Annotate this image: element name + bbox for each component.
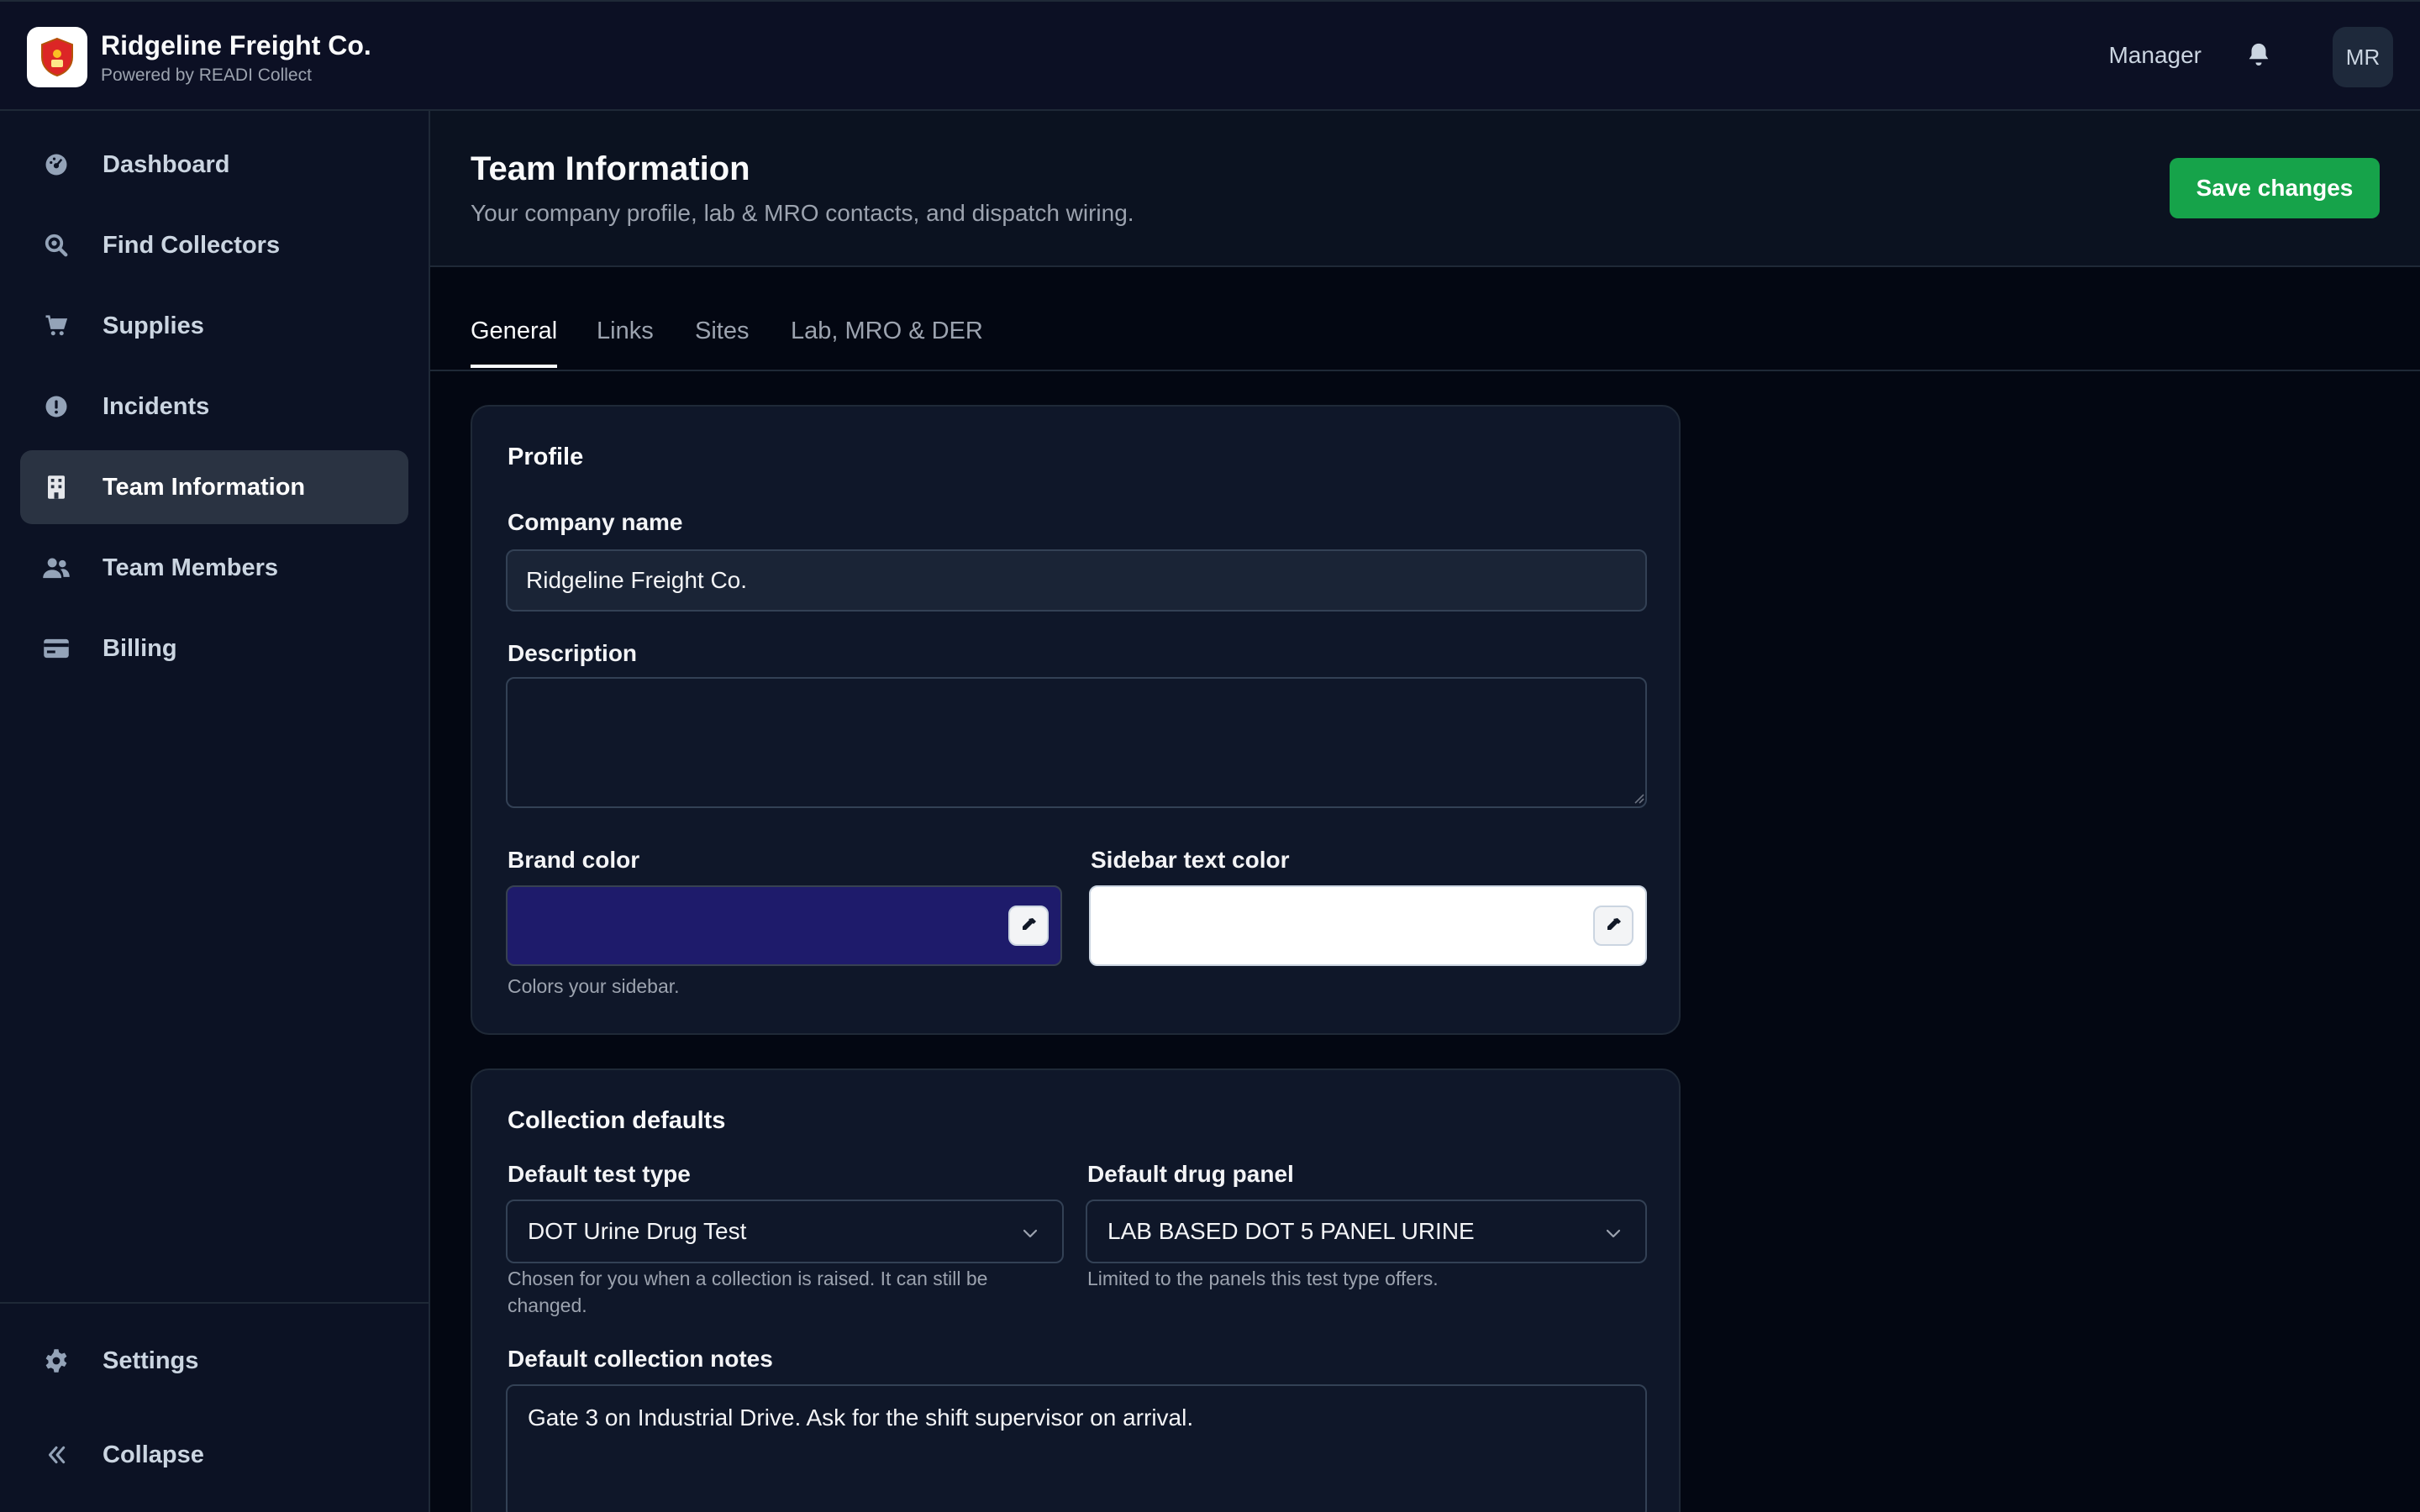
sidebar-item-find-collectors[interactable]: Find Collectors [20, 208, 408, 282]
sidebar-item-label: Collapse [103, 1441, 204, 1468]
default-test-type-label: Default test type [508, 1161, 691, 1187]
shield-logo-icon [41, 37, 73, 77]
company-name: Ridgeline Freight Co. [101, 30, 371, 60]
default-drug-panel-hint: Limited to the panels this test type off… [1087, 1268, 1439, 1289]
sidebar-nav: Dashboard Find Collectors Supplies Incid… [20, 128, 408, 692]
powered-by-text: Powered by READI Collect [101, 66, 312, 85]
notifications-button[interactable] [2242, 39, 2275, 72]
sidebar-item-label: Billing [103, 634, 177, 662]
default-collection-notes-label: Default collection notes [508, 1346, 773, 1372]
chevron-down-icon [1023, 1229, 1038, 1238]
sidebar-item-label: Find Collectors [103, 231, 281, 259]
sidebar-item-incidents[interactable]: Incidents [20, 370, 408, 444]
alert-icon [42, 392, 71, 421]
sidebar-item-team-information[interactable]: Team Information [20, 450, 408, 524]
eyedropper-icon [1023, 918, 1036, 930]
tab-links[interactable]: Links [597, 314, 654, 365]
gear-icon [42, 1347, 71, 1375]
page-header: Team Information Your company profile, l… [430, 111, 2420, 267]
sidebar-item-supplies[interactable]: Supplies [20, 289, 408, 363]
brand-color-hint: Colors your sidebar. [508, 975, 680, 997]
collection-defaults-title: Collection defaults [508, 1107, 726, 1134]
brand-color-swatch[interactable] [506, 885, 1062, 966]
sidebar-item-billing[interactable]: Billing [20, 612, 408, 685]
brand-color-label: Brand color [508, 847, 640, 873]
default-collection-notes-textarea[interactable]: Gate 3 on Industrial Drive. Ask for the … [506, 1384, 1647, 1512]
sidebar: Dashboard Find Collectors Supplies Incid… [0, 111, 430, 1512]
sidebar-collapse-button[interactable]: Collapse [20, 1418, 408, 1492]
double-chevron-left-icon [42, 1441, 71, 1469]
tab-bar: General Links Sites Lab, MRO & DER [430, 267, 2420, 371]
resize-grip-icon[interactable] [1632, 791, 1645, 805]
sidebar-text-color-swatch[interactable] [1089, 885, 1647, 966]
page-subtitle: Your company profile, lab & MRO contacts… [471, 200, 1134, 226]
user-role: Manager [2108, 42, 2202, 68]
collection-defaults-card: Collection defaults Default test type DO… [471, 1068, 1681, 1512]
brand-color-picker-button[interactable] [1008, 906, 1049, 946]
sidebar-item-label: Team Members [103, 554, 278, 581]
chevron-down-icon [1606, 1229, 1621, 1238]
top-bar: Ridgeline Freight Co. Powered by READI C… [0, 0, 2420, 111]
sidebar-item-label: Team Information [103, 473, 306, 501]
profile-card-title: Profile [508, 444, 584, 470]
building-icon [42, 473, 71, 501]
company-name-label: Company name [508, 509, 683, 535]
description-label: Description [508, 640, 638, 666]
search-icon [42, 231, 71, 260]
profile-card: Profile Company name Ridgeline Freight C… [471, 405, 1681, 1035]
default-drug-panel-value: LAB BASED DOT 5 PANEL URINE [1107, 1218, 1475, 1244]
sidebar-item-label: Dashboard [103, 150, 230, 178]
company-name-input[interactable]: Ridgeline Freight Co. [506, 549, 1647, 612]
page-title: Team Information [471, 150, 750, 187]
sidebar-item-label: Incidents [103, 392, 210, 420]
sidebar-text-color-picker-button[interactable] [1593, 906, 1634, 946]
sidebar-item-settings[interactable]: Settings [20, 1324, 408, 1398]
user-avatar[interactable]: MR [2333, 27, 2393, 87]
sidebar-item-dashboard[interactable]: Dashboard [20, 128, 408, 202]
cart-icon [42, 312, 71, 340]
default-drug-panel-label: Default drug panel [1087, 1161, 1294, 1187]
sidebar-text-color-label: Sidebar text color [1091, 847, 1290, 873]
tab-lab-mro-der[interactable]: Lab, MRO & DER [791, 314, 983, 365]
company-logo[interactable] [27, 27, 87, 87]
default-test-type-hint: Chosen for you when a collection is rais… [508, 1268, 988, 1316]
sidebar-footer: Settings Collapse [0, 1302, 429, 1512]
default-test-type-value: DOT Urine Drug Test [528, 1218, 747, 1244]
credit-card-icon [42, 634, 71, 663]
tab-general[interactable]: General [471, 314, 558, 368]
dashboard-icon [42, 150, 71, 179]
tab-sites[interactable]: Sites [695, 314, 749, 365]
description-textarea[interactable] [506, 677, 1647, 808]
bell-icon [2249, 43, 2269, 66]
save-changes-button[interactable]: Save changes [2170, 158, 2380, 218]
sidebar-item-label: Settings [103, 1347, 199, 1374]
default-test-type-select[interactable]: DOT Urine Drug Test [506, 1200, 1064, 1263]
sidebar-item-team-members[interactable]: Team Members [20, 531, 408, 605]
users-icon [42, 554, 71, 582]
default-drug-panel-select[interactable]: LAB BASED DOT 5 PANEL URINE [1086, 1200, 1647, 1263]
sidebar-item-label: Supplies [103, 312, 204, 339]
brand-block: Ridgeline Freight Co. Powered by READI C… [101, 29, 371, 87]
eyedropper-icon [1607, 918, 1621, 930]
